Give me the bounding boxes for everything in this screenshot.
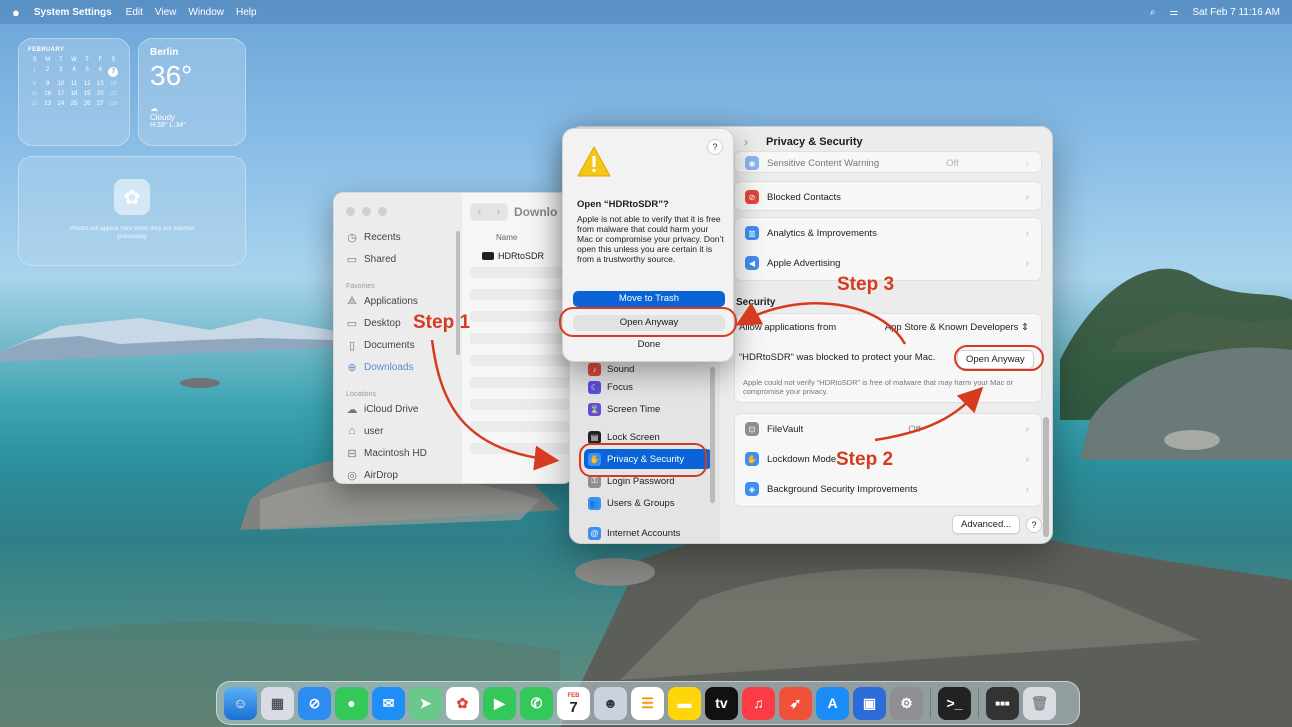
reminders-app-icon[interactable]: ☰ xyxy=(631,686,664,720)
photos-app-icon[interactable]: ✿ xyxy=(446,686,479,720)
calendar-app-day: 7 xyxy=(569,698,578,716)
dock-separator xyxy=(978,688,979,718)
system-settings-app-icon[interactable]: ⚙ xyxy=(890,686,923,720)
hdrtosdr-app-icon[interactable]: ■■■ xyxy=(986,686,1019,720)
arrow-step2 xyxy=(874,386,984,442)
contacts-app-icon[interactable]: ☻ xyxy=(594,686,627,720)
tv-app-label: tv xyxy=(715,695,728,711)
notes-app-icon[interactable]: ▬ xyxy=(668,686,701,720)
maps-app-icon[interactable]: ➤ xyxy=(409,686,442,720)
swift-playgrounds-app-icon[interactable]: ➶ xyxy=(779,686,812,720)
dock: ☺ ▦ ⊘ ● ✉ ➤ ✿ ▶ ✆ FEB 7 ☻ ☰ ▬ tv ♫ ➶ A ▣ … xyxy=(216,681,1080,725)
tv-app-icon[interactable]: tv xyxy=(705,686,738,720)
annotation-step3: Step 3 xyxy=(837,274,895,295)
annotation-step1: Step 1 xyxy=(413,312,471,333)
terminal-app-icon[interactable]: >_ xyxy=(938,686,971,720)
annotation-step2: Step 2 xyxy=(836,449,894,470)
launchpad-app-icon[interactable]: ▦ xyxy=(261,686,294,720)
arrow-step1 xyxy=(430,339,560,471)
calendar-app-icon[interactable]: FEB 7 xyxy=(557,686,590,720)
facetime-app-icon[interactable]: ▶ xyxy=(483,686,516,720)
safari-app-icon[interactable]: ⊘ xyxy=(298,686,331,720)
finder-app-icon[interactable]: ☺ xyxy=(224,686,257,720)
phone-app-icon[interactable]: ✆ xyxy=(520,686,553,720)
mail-app-icon[interactable]: ✉ xyxy=(372,686,405,720)
app-store-app-icon[interactable]: A xyxy=(816,686,849,720)
arrow-step3 xyxy=(735,301,907,345)
trash-icon[interactable]: 🗑 xyxy=(1023,686,1056,720)
preview-app-icon[interactable]: ▣ xyxy=(853,686,886,720)
annotation-arrows xyxy=(430,301,984,471)
music-app-icon[interactable]: ♫ xyxy=(742,686,775,720)
messages-app-icon[interactable]: ● xyxy=(335,686,368,720)
dock-separator xyxy=(930,688,931,718)
